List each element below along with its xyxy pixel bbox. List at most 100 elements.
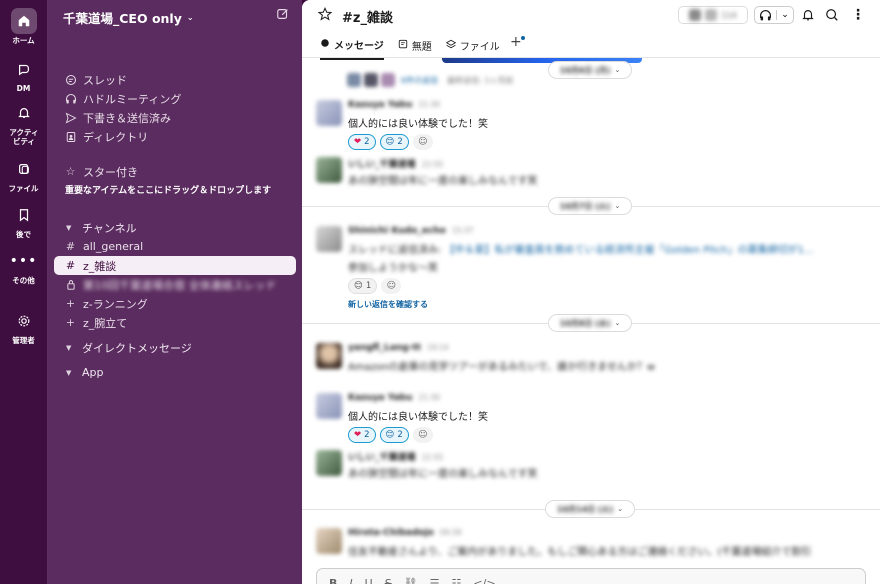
files-icon [11,156,37,182]
message-bubble-icon [320,38,330,51]
add-reaction-icon[interactable]: ☺ [412,427,433,443]
new-indicator-dot [521,36,525,40]
chevron-down-icon: ⌄ [614,319,621,327]
sidebar-item-threads[interactable]: スレッド [64,71,127,88]
more-vertical-icon[interactable]: ⋮ [848,6,868,24]
date-divider[interactable]: 10月14日 (火) ⌄ [545,500,635,518]
canvas-icon [398,39,408,52]
list-icon[interactable]: ☰ [430,577,440,584]
numbered-list-icon[interactable]: ☷ [452,577,462,584]
plus-icon: + [65,316,76,329]
reaction-smile[interactable]: 😊 2 [379,134,409,150]
caret-down-icon: ▼ [66,224,72,232]
sidebar-item-directory[interactable]: ディレクトリ [64,128,148,145]
avatar[interactable] [316,157,342,183]
sidebar-channel[interactable]: + z-ランニング [64,295,148,312]
rail-dm[interactable]: DM [0,56,47,93]
avatar[interactable] [316,450,342,476]
message-list: 10月6日 (月) ⌄ Kazuya Yabu 21:30 個人的には良い体験でした… [302,58,880,568]
plus-icon: + [65,297,76,310]
bold-button[interactable]: B [329,577,337,584]
rail-activity[interactable]: アクティビティ [0,100,47,146]
reaction-smile[interactable]: 😊 2 [379,427,409,443]
add-reaction-icon[interactable]: ☺ [412,134,433,150]
date-divider[interactable]: 10月8日 (水) ⌄ [548,314,632,332]
notification-bell-icon[interactable] [798,6,818,24]
tab-messages[interactable]: メッセージ [320,37,384,60]
directory-icon [64,130,77,143]
date-divider[interactable]: 10月7日 (火) ⌄ [548,197,632,215]
avatar[interactable] [316,343,342,369]
sidebar-channel[interactable]: 第10回千葉道場合宿 全体連絡スレッド [64,276,277,293]
rail-more[interactable]: ••• その他 [0,248,47,285]
starred-hint: 重要なアイテムをここにドラッグ＆ドロップします [65,186,272,196]
rail-admin[interactable]: 管理者 [0,308,47,345]
caret-down-icon: ▼ [66,368,72,377]
lock-icon [64,278,77,291]
thread-icon [64,73,77,86]
sidebar-item-huddles[interactable]: ハドルミーティング [64,90,181,107]
sidebar-channel[interactable]: + z_腕立て [64,314,127,331]
avatar[interactable] [316,393,342,419]
member-count: 114 [721,10,737,20]
channel-tabs: メッセージ 無題 ファイル [320,37,500,60]
rail-later[interactable]: 後で [0,202,47,239]
member-list-button[interactable]: 114 [678,6,748,24]
chevron-down-icon: ⌄ [614,66,621,74]
avatar[interactable] [316,528,342,554]
chevron-down-icon: ⌄ [186,13,194,22]
layers-icon [445,39,457,52]
workspace-name: 千葉道場_CEO only [63,11,182,26]
star-icon: ☆ [65,165,76,178]
date-divider[interactable]: 10月6日 (月) ⌄ [548,61,632,79]
gear-icon [11,308,37,334]
section-apps[interactable]: ▼ App [66,366,104,379]
avatar[interactable] [316,226,342,252]
section-dms[interactable]: ▼ ダイレクトメッセージ [66,340,192,356]
chevron-down-icon: ⌄ [776,10,789,20]
tab-canvas[interactable]: 無題 [398,37,432,60]
channel-view: #z_雑談 114 ⌄ ⋮ メッセージ 無題 ファイル + 6件の返信 最終返信… [302,0,880,584]
caret-down-icon: ▼ [66,344,72,352]
rail-files[interactable]: ファイル [0,156,47,193]
sidebar-starred[interactable]: ☆ スター付き [64,163,138,180]
avatar[interactable] [316,100,342,126]
bookmark-icon [11,202,37,228]
star-icon[interactable] [317,7,333,22]
rail-home[interactable]: ホーム [0,8,47,45]
reaction-heart[interactable]: ❤ 2 [348,134,376,150]
add-tab-button[interactable]: + [510,34,522,50]
sidebar-channel-selected[interactable]: # z_雑談 [64,257,116,274]
search-icon[interactable] [822,6,842,24]
link-icon[interactable]: ⛓ [404,577,418,584]
strike-button[interactable]: S [385,577,392,584]
bell-icon [11,100,37,126]
compose-icon[interactable] [276,7,292,23]
home-icon [10,8,37,34]
section-channels[interactable]: ▼ チャンネル [66,220,137,236]
reaction-smile[interactable]: 😊 1 [348,278,378,294]
hash-icon: # [65,259,76,272]
dm-icon [11,56,37,82]
sidebar: 千葉道場_CEO only ⌄ スレッド ハドルミーティング 下書き＆送信済み … [47,0,302,584]
workspace-switcher[interactable]: 千葉道場_CEO only ⌄ [63,8,194,27]
add-reaction-icon[interactable]: ☺ [381,278,402,294]
more-dots-icon: ••• [9,253,38,269]
avatar [705,9,718,21]
underline-button[interactable]: U [365,577,373,584]
sidebar-item-drafts[interactable]: 下書き＆送信済み [64,109,171,126]
sidebar-channel[interactable]: # all_general [64,238,143,255]
chevron-down-icon: ⌄ [617,505,624,513]
avatar [689,9,702,21]
huddle-button[interactable]: ⌄ [754,6,794,24]
chevron-down-icon: ⌄ [614,202,621,210]
app-rail: ホーム DM アクティビティ ファイル 後で ••• その他 管理者 [0,0,47,584]
italic-button[interactable]: I [349,577,352,584]
code-icon[interactable]: </> [473,577,495,584]
new-replies-link[interactable]: 新しい返信を確認する [348,299,863,310]
tab-files[interactable]: ファイル [445,37,500,60]
channel-name[interactable]: #z_雑談 [342,7,393,26]
message-composer[interactable]: B I U S ⛓ ☰ ☷ </> [316,568,866,584]
reaction-heart[interactable]: ❤ 2 [348,427,376,443]
hash-icon: # [65,240,76,253]
